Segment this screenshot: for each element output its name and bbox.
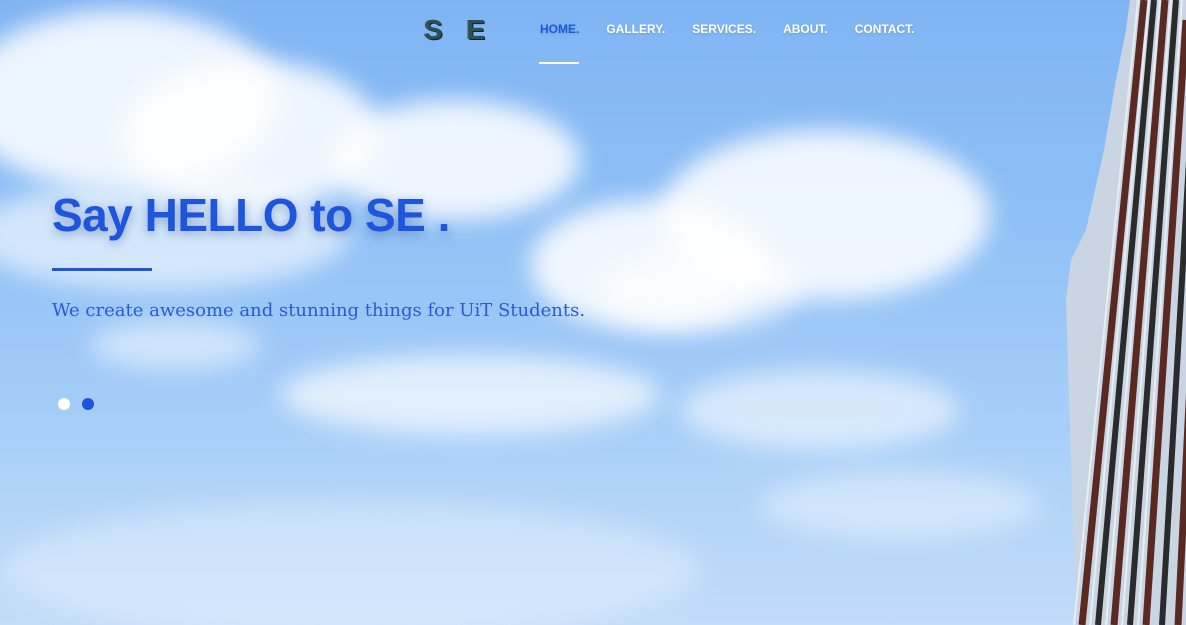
cloud xyxy=(280,355,660,435)
active-nav-indicator xyxy=(539,62,579,64)
main-nav: HOME. GALLERY. SERVICES. ABOUT. CONTACT. xyxy=(540,22,942,36)
nav-services[interactable]: SERVICES. xyxy=(692,22,756,36)
slider-dot-1[interactable] xyxy=(58,398,70,410)
building-image xyxy=(1066,0,1186,625)
nav-home[interactable]: HOME. xyxy=(540,22,579,36)
cloud xyxy=(90,320,260,370)
slider-dot-2[interactable] xyxy=(82,398,94,410)
title-divider xyxy=(52,268,152,271)
cloud xyxy=(680,370,960,450)
cloud xyxy=(0,500,700,625)
site-logo[interactable]: S E xyxy=(424,14,493,46)
cloud xyxy=(760,470,1040,540)
nav-about[interactable]: ABOUT. xyxy=(783,22,828,36)
hero-subtitle: We create awesome and stunning things fo… xyxy=(52,300,586,321)
nav-gallery[interactable]: GALLERY. xyxy=(606,22,665,36)
hero-title: Say HELLO to SE . xyxy=(52,189,450,241)
cloud xyxy=(600,250,800,330)
slider-pagination xyxy=(58,398,106,410)
nav-contact[interactable]: CONTACT. xyxy=(855,22,915,36)
